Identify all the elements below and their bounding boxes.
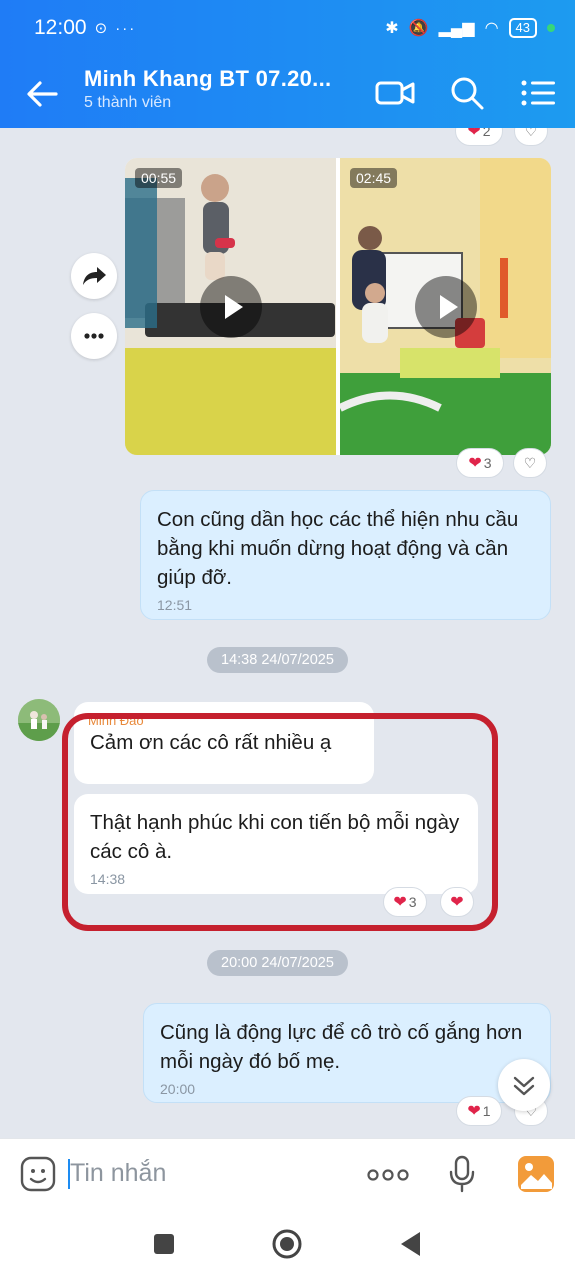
wifi-icon: ◠ [484,20,499,37]
message-bubble-outgoing[interactable]: Con cũng dần học các thể hiện nhu cầu bằ… [140,490,551,620]
play-icon[interactable] [414,275,477,338]
play-icon[interactable] [199,275,262,338]
active-dot-icon [547,24,555,32]
heart-icon: ❤ [468,455,482,472]
microphone-icon[interactable] [448,1155,476,1198]
ellipsis-icon [84,333,104,339]
video-album: 00:55 02:45 [125,158,551,455]
sender-avatar[interactable] [18,699,60,741]
date-divider: 20:00 24/07/2025 [207,950,348,976]
heart-outline-icon: ♡ [524,128,538,139]
scroll-to-bottom-button[interactable] [498,1059,550,1111]
message-text: Con cũng dần học các thể hiện nhu cầu bằ… [157,508,519,589]
heart-icon: ❤ [467,128,481,140]
home-button[interactable] [271,1228,303,1265]
heart-icon: ❤ [467,1103,481,1120]
video-thumbnail[interactable]: 00:55 [125,158,336,455]
recent-apps-button[interactable] [152,1232,176,1261]
back-button[interactable] [398,1230,422,1263]
double-chevron-down-icon [513,1076,535,1096]
search-icon[interactable] [446,72,488,114]
more-options-button[interactable] [71,313,117,359]
video-duration: 00:55 [135,168,183,188]
composer-bar: Tin nhắn [0,1138,575,1210]
header-bar: 12:00 ⊙ ··· ✱ 🔕 ▂▄▆ ◠ 43 Minh Khang BT 0… [0,0,575,128]
video-duration: 02:45 [350,168,398,188]
back-arrow-icon[interactable] [22,74,62,114]
message-text: Cũng là động lực để cô trò cố gắng hơn m… [160,1021,523,1073]
sticker-icon[interactable] [20,1156,56,1197]
status-bar: 12:00 ⊙ ··· ✱ 🔕 ▂▄▆ ◠ 43 [0,0,575,56]
system-nav-bar [0,1210,575,1280]
date-divider: 14:38 24/07/2025 [207,647,348,673]
message-input[interactable]: Tin nhắn [70,1159,166,1188]
react-button[interactable]: ♡ [513,448,547,478]
video-thumbnail[interactable]: 02:45 [340,158,551,455]
chat-title[interactable]: Minh Khang BT 07.20... [84,66,331,92]
notification-icons: ⊙ ··· [94,20,137,37]
highlight-box [62,713,498,931]
gallery-icon[interactable] [517,1155,555,1198]
reaction-badge[interactable]: ❤ 3 [456,448,504,478]
avatar-image [18,699,60,741]
menu-icon[interactable] [518,72,560,114]
react-button[interactable]: ♡ [514,128,548,146]
chat-header: Minh Khang BT 07.20... 5 thành viên [0,56,575,128]
more-actions-icon[interactable] [366,1163,410,1192]
bluetooth-icon: ✱ [385,20,399,37]
mute-icon: 🔕 [408,20,429,37]
reaction-badge[interactable]: ❤ 1 [456,1096,502,1126]
forward-icon [83,267,106,285]
message-bubble-outgoing[interactable]: Cũng là động lực để cô trò cố gắng hơn m… [143,1003,551,1103]
reaction-badge[interactable]: ❤ 2 [455,128,503,146]
message-time: 12:51 [157,597,193,613]
battery-icon: 43 [508,18,537,38]
signal-icon: ▂▄▆ [438,20,475,37]
video-call-icon[interactable] [374,72,416,114]
member-count[interactable]: 5 thành viên [84,94,171,112]
status-time: 12:00 [34,16,87,39]
message-list[interactable]: ❤ 2 ♡ 00:55 02:45 ❤ 3 ♡ Con cũng dần học… [0,128,575,1138]
heart-outline-icon: ♡ [523,454,537,471]
share-button[interactable] [71,253,117,299]
